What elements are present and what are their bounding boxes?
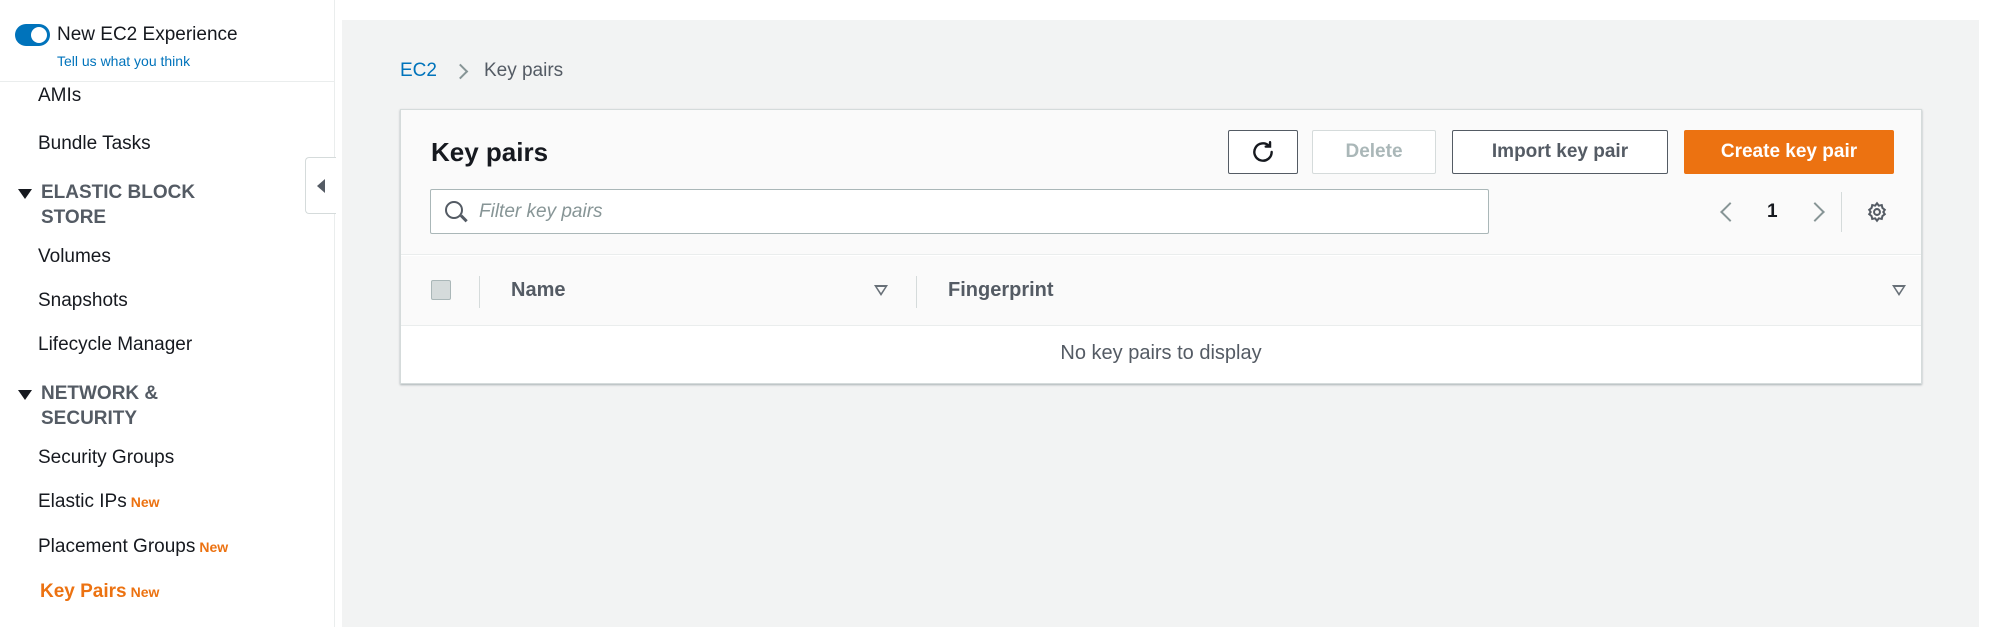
- create-key-pair-button[interactable]: Create key pair: [1684, 130, 1894, 174]
- new-badge: New: [130, 494, 160, 510]
- sidebar-item-elastic-ips[interactable]: Elastic IPs New: [38, 491, 160, 513]
- pager-divider: [1841, 192, 1842, 232]
- sidebar-item-bundle-tasks[interactable]: Bundle Tasks: [38, 133, 151, 155]
- select-all-checkbox[interactable]: [431, 280, 451, 300]
- sidebar-item-amis[interactable]: AMIs: [38, 85, 81, 107]
- breadcrumb-current: Key pairs: [483, 60, 564, 81]
- sort-down-icon[interactable]: [874, 285, 888, 296]
- empty-table-message: No key pairs to display: [1060, 342, 1262, 364]
- collapse-left-icon: [317, 179, 325, 193]
- chevron-right-icon: [452, 63, 469, 79]
- sidebar-item-key-pairs[interactable]: Key Pairs New: [40, 581, 159, 603]
- pagination: 1: [1711, 192, 1825, 232]
- search-icon: [445, 201, 463, 219]
- panel-title: Key pairs: [431, 137, 549, 167]
- column-divider: [479, 276, 480, 308]
- feedback-link[interactable]: Tell us what you think: [57, 53, 190, 69]
- breadcrumb: EC2 Key pairs: [400, 60, 563, 82]
- caret-down-icon: [18, 189, 32, 199]
- key-pairs-panel: Key pairs Delete Import key pair Create …: [400, 109, 1922, 384]
- new-experience-title: New EC2 Experience: [57, 24, 238, 45]
- caret-down-icon: [18, 390, 32, 400]
- sort-down-icon[interactable]: [1892, 285, 1906, 296]
- sidebar-section-network-security[interactable]: NETWORK & SECURITY: [18, 381, 158, 431]
- delete-button[interactable]: Delete: [1312, 130, 1436, 174]
- next-page-icon[interactable]: [1804, 202, 1825, 222]
- sidebar-item-label: Placement Groups: [38, 536, 196, 557]
- gear-icon[interactable]: [1866, 201, 1888, 223]
- new-experience-toggle[interactable]: [15, 24, 50, 46]
- panel-header: Key pairs Delete Import key pair Create …: [401, 110, 1921, 255]
- section-title-line2: SECURITY: [41, 408, 138, 429]
- collapse-sidebar-button[interactable]: [305, 157, 336, 214]
- sidebar-section-elastic-block-store[interactable]: ELASTIC BLOCK STORE: [18, 180, 195, 230]
- table-header: Name Fingerprint: [401, 256, 1921, 326]
- app: New EC2 Experience Tell us what you thin…: [0, 0, 1999, 627]
- filter-search-box: [430, 189, 1489, 234]
- breadcrumb-ec2-link[interactable]: EC2: [400, 60, 437, 82]
- section-title-line1: NETWORK &: [41, 383, 159, 404]
- toggle-knob: [31, 27, 47, 43]
- section-title-line2: STORE: [41, 207, 107, 228]
- column-header-name[interactable]: Name: [511, 279, 565, 302]
- sidebar-item-label: Elastic IPs: [38, 491, 127, 512]
- new-badge: New: [199, 539, 229, 555]
- sidebar-item-volumes[interactable]: Volumes: [38, 246, 111, 268]
- column-divider: [916, 276, 917, 308]
- column-header-fingerprint[interactable]: Fingerprint: [948, 279, 1054, 302]
- new-badge: New: [130, 584, 160, 600]
- filter-key-pairs-input[interactable]: [479, 190, 1469, 233]
- sidebar-item-snapshots[interactable]: Snapshots: [38, 290, 128, 312]
- sidebar-item-label: Key Pairs: [40, 581, 127, 602]
- sidebar-item-lifecycle-manager[interactable]: Lifecycle Manager: [38, 334, 192, 356]
- previous-page-icon[interactable]: [1720, 202, 1740, 222]
- refresh-icon: [1253, 141, 1273, 162]
- sidebar-item-placement-groups[interactable]: Placement Groups New: [38, 536, 228, 558]
- import-key-pair-button[interactable]: Import key pair: [1452, 130, 1668, 174]
- sidebar: New EC2 Experience Tell us what you thin…: [0, 0, 335, 627]
- sidebar-item-security-groups[interactable]: Security Groups: [38, 447, 174, 469]
- sidebar-item-label: Security Groups: [38, 447, 175, 468]
- section-title-line1: ELASTIC BLOCK: [41, 182, 196, 203]
- main-content: EC2 Key pairs Key pairs Delete Import ke…: [342, 20, 1979, 627]
- refresh-button[interactable]: [1228, 130, 1298, 174]
- new-experience-banner: New EC2 Experience Tell us what you thin…: [0, 0, 334, 82]
- current-page-number[interactable]: 1: [1767, 201, 1778, 223]
